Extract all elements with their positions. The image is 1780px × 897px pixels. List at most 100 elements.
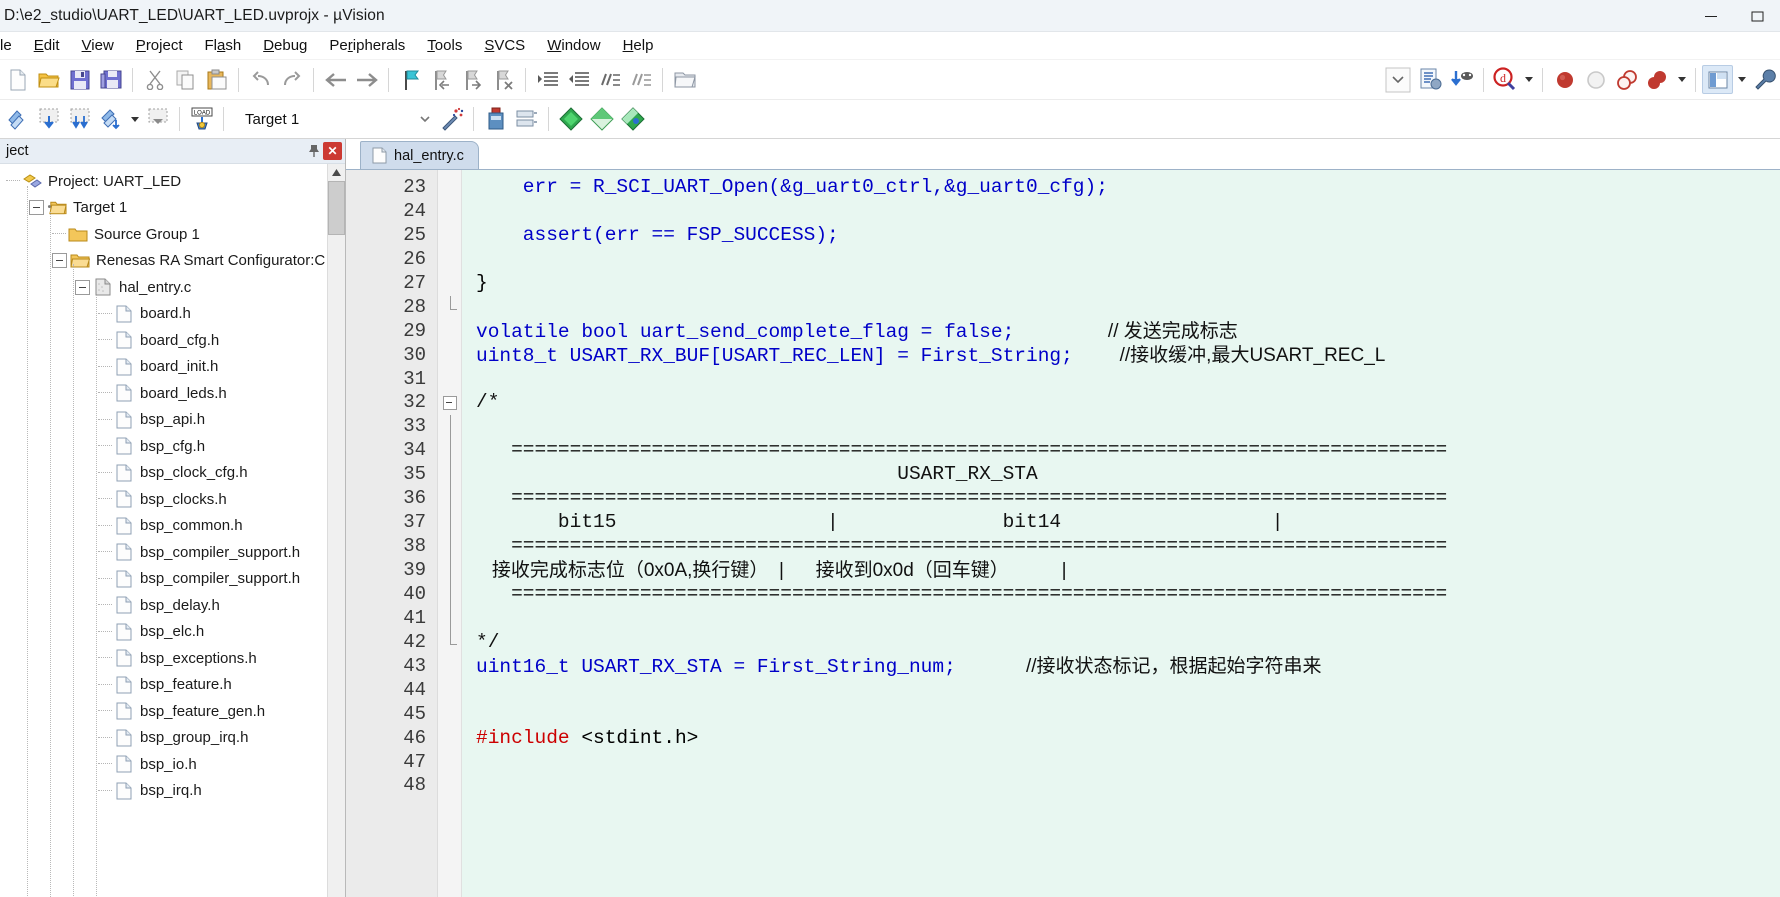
menu-svcs[interactable]: SVCS bbox=[473, 32, 536, 59]
code-line: 接收完成标志位（0x0A,换行键） | 接收到0x0d（回车键） | bbox=[462, 559, 1780, 583]
breakpoint-kill-all-icon[interactable] bbox=[1611, 64, 1642, 95]
menu-edit[interactable]: Edit bbox=[23, 32, 71, 59]
breakpoint-disable-icon[interactable] bbox=[1580, 64, 1611, 95]
tab-hal-entry-c[interactable]: hal_entry.c bbox=[360, 141, 479, 169]
header-file-icon bbox=[114, 596, 134, 614]
target-options-icon[interactable] bbox=[480, 104, 511, 135]
open-folder-browse-icon[interactable] bbox=[669, 64, 700, 95]
bookmark-clear-icon[interactable] bbox=[488, 64, 519, 95]
code-text[interactable]: err = R_SCI_UART_Open(&g_uart0_ctrl,&g_u… bbox=[462, 170, 1780, 897]
line-number: 34 bbox=[403, 439, 426, 462]
tree-item-label: Renesas RA Smart Configurator:C bbox=[96, 252, 326, 270]
pack-installer-icon[interactable] bbox=[555, 104, 586, 135]
chevron-down-icon[interactable] bbox=[415, 108, 435, 131]
manage-window-icon[interactable] bbox=[1702, 65, 1733, 94]
uncomment-icon[interactable] bbox=[625, 64, 656, 95]
breakpoint-dropdown-icon[interactable] bbox=[1673, 64, 1689, 95]
code-span: #include bbox=[476, 726, 570, 749]
menu-debug[interactable]: Debug bbox=[252, 32, 318, 59]
manage-components-icon[interactable] bbox=[511, 104, 542, 135]
minimize-icon[interactable] bbox=[1688, 0, 1734, 31]
pack-multi-icon[interactable] bbox=[617, 104, 648, 135]
menu-peripherals-pre: Pe bbox=[329, 37, 348, 54]
tree-item-label: Source Group 1 bbox=[94, 225, 200, 243]
build-icon[interactable] bbox=[33, 104, 64, 135]
pin-icon[interactable] bbox=[305, 141, 323, 161]
comment-icon[interactable] bbox=[594, 64, 625, 95]
fold-guide-end bbox=[449, 308, 457, 310]
close-icon[interactable]: ✕ bbox=[323, 142, 342, 160]
collapse-icon[interactable] bbox=[29, 200, 44, 216]
outdent-icon[interactable] bbox=[563, 64, 594, 95]
tree-item[interactable]: Project: UART_LED bbox=[0, 168, 327, 195]
navigate-forward-icon[interactable] bbox=[351, 64, 382, 95]
collapse-icon[interactable] bbox=[52, 253, 67, 269]
scroll-up-arrow[interactable] bbox=[328, 164, 345, 181]
fold-guide bbox=[449, 535, 451, 559]
target-selector[interactable]: Target 1 bbox=[236, 106, 436, 132]
download-icon[interactable] bbox=[142, 104, 173, 135]
maximize-icon[interactable] bbox=[1734, 0, 1780, 31]
configure-toolbar-icon[interactable] bbox=[1749, 64, 1780, 95]
fold-marker[interactable] bbox=[438, 391, 461, 415]
save-icon[interactable] bbox=[64, 64, 95, 95]
line-number: 33 bbox=[403, 415, 426, 438]
open-file-icon[interactable] bbox=[33, 64, 64, 95]
manage-window-dropdown-icon[interactable] bbox=[1733, 64, 1749, 95]
magic-wand-icon[interactable] bbox=[436, 104, 467, 135]
rebuild-icon[interactable] bbox=[64, 104, 95, 135]
translate-icon[interactable] bbox=[2, 104, 33, 135]
tree-item-label: bsp_compiler_support.h bbox=[140, 570, 301, 588]
menu-project[interactable]: Project bbox=[125, 32, 194, 59]
header-file-icon bbox=[114, 490, 134, 508]
menu-window[interactable]: Window bbox=[536, 32, 611, 59]
menu-view[interactable]: View bbox=[71, 32, 125, 59]
fold-collapse-icon[interactable] bbox=[442, 396, 457, 411]
navigate-back-icon[interactable] bbox=[320, 64, 351, 95]
menu-peripherals[interactable]: Peripherals bbox=[318, 32, 416, 59]
collapse-icon[interactable] bbox=[75, 279, 90, 295]
undo-icon[interactable] bbox=[245, 64, 276, 95]
cut-icon[interactable] bbox=[139, 64, 170, 95]
scroll-thumb[interactable] bbox=[328, 181, 345, 235]
header-file-icon bbox=[114, 649, 134, 667]
batch-build-icon[interactable] bbox=[95, 104, 126, 135]
bookmark-toggle-icon[interactable] bbox=[395, 64, 426, 95]
code-line: uint16_t USART_RX_STA = First_String_num… bbox=[462, 655, 1780, 679]
toolbar-separator bbox=[525, 67, 526, 92]
menu-file[interactable]: le bbox=[0, 32, 23, 59]
load-icon[interactable]: LOAD bbox=[186, 104, 217, 135]
bookmark-prev-icon[interactable] bbox=[426, 64, 457, 95]
bookmark-next-icon[interactable] bbox=[457, 64, 488, 95]
configure-icon[interactable] bbox=[1415, 64, 1446, 95]
project-tree-scrollbar[interactable] bbox=[327, 164, 345, 897]
code-folding-column[interactable] bbox=[438, 170, 462, 897]
menu-flash-pre: Fl bbox=[204, 37, 218, 54]
fold-marker bbox=[438, 751, 461, 775]
menu-tools[interactable]: Tools bbox=[416, 32, 473, 59]
save-all-icon[interactable] bbox=[95, 64, 126, 95]
toolbar-separator bbox=[473, 107, 474, 131]
breakpoint-enable-all-icon[interactable] bbox=[1642, 64, 1673, 95]
breakpoint-insert-icon[interactable] bbox=[1549, 64, 1580, 95]
new-file-icon[interactable] bbox=[2, 64, 33, 95]
find-in-files-icon[interactable]: d bbox=[1490, 64, 1520, 95]
menu-flash[interactable]: Flash bbox=[194, 32, 253, 59]
pack-green-icon[interactable] bbox=[586, 104, 617, 135]
project-tree[interactable]: Project: UART_LED Target 1 Source Group 1 R… bbox=[0, 164, 327, 897]
combo-dropdown-icon[interactable] bbox=[1381, 64, 1415, 95]
debug-settings-icon[interactable] bbox=[1446, 64, 1477, 95]
line-number: 35 bbox=[403, 463, 426, 486]
code-span: //接收缓冲,最大USART_REC_L bbox=[1119, 344, 1386, 366]
menu-help[interactable]: Help bbox=[612, 32, 665, 59]
paste-icon[interactable] bbox=[201, 64, 232, 95]
batch-build-dropdown-icon[interactable] bbox=[126, 104, 142, 135]
uvision-window: D:\e2_studio\UART_LED\UART_LED.uvprojx -… bbox=[0, 0, 1780, 897]
redo-icon[interactable] bbox=[276, 64, 307, 95]
code-view[interactable]: 23 24 25 26 27 28 29 30 31 32 33 34 35 36 37 38 39 40 41 42… bbox=[346, 170, 1780, 897]
indent-icon[interactable] bbox=[532, 64, 563, 95]
find-dropdown-icon[interactable] bbox=[1520, 64, 1536, 95]
copy-icon[interactable] bbox=[170, 64, 201, 95]
